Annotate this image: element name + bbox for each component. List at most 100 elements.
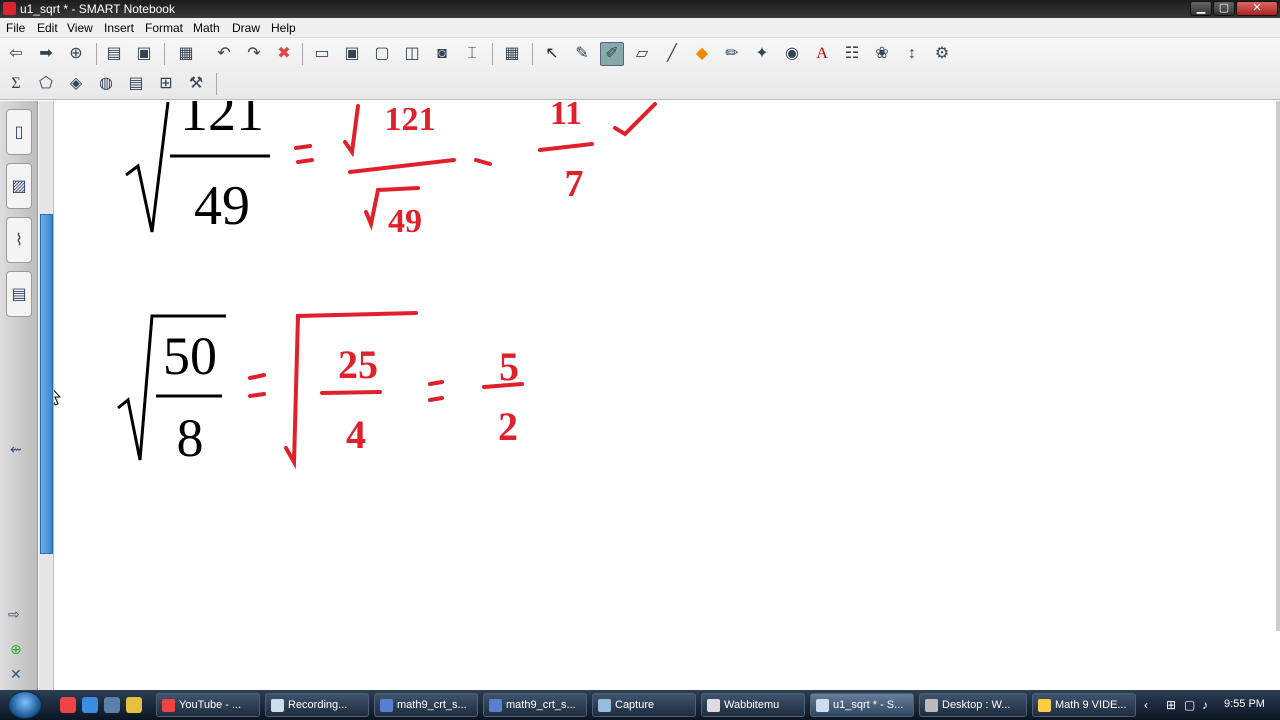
task-capture[interactable]: Capture (592, 693, 696, 717)
hand-num-1: 121 (385, 101, 436, 138)
menu-draw[interactable]: Draw (232, 21, 260, 35)
select-icon[interactable]: ↖ (540, 42, 564, 66)
hand-result-den-2: 2 (498, 404, 518, 449)
app-icon (3, 2, 16, 15)
line-icon[interactable]: ╱ (660, 42, 684, 66)
shape-icon[interactable]: ◆ (690, 42, 714, 66)
save-icon[interactable]: ▣ (132, 42, 156, 66)
taskbar: YouTube - ... Recording... math9_crt_s..… (0, 690, 1280, 720)
show-desktop-icon[interactable] (104, 697, 120, 713)
mouse-cursor-icon (47, 382, 62, 406)
expr2-denominator: 8 (177, 408, 204, 468)
ie-icon[interactable] (82, 697, 98, 713)
tray-expand-icon[interactable]: ‹ (1144, 698, 1148, 712)
equals-1b (296, 158, 314, 164)
clock[interactable]: 9:55 PM (1224, 698, 1265, 710)
menu-edit[interactable]: Edit (37, 21, 58, 35)
eraser-icon[interactable]: ▱ (630, 42, 654, 66)
collapse-icon[interactable]: ⇜ (10, 441, 22, 458)
chrome-icon[interactable] (60, 697, 76, 713)
volume-icon[interactable]: ♪ (1202, 698, 1208, 712)
recognize-icon[interactable]: ❀ (870, 42, 894, 66)
open-icon[interactable]: ▤ (102, 42, 126, 66)
document-camera-icon[interactable]: ⌶ (460, 42, 484, 66)
close-button[interactable]: ✕ (1236, 1, 1278, 16)
scroll-thumb[interactable] (40, 214, 53, 554)
title-bar: u1_sqrt * - SMART Notebook ▁ ▢ ✕ (0, 0, 1280, 18)
table-tool-icon[interactable]: ▤ (124, 72, 148, 96)
menu-math[interactable]: Math (193, 21, 220, 35)
delete-icon[interactable]: ✖ (272, 42, 296, 66)
task-math9-2[interactable]: math9_crt_s... (483, 693, 587, 717)
task-math9-video[interactable]: Math 9 VIDE... (1032, 693, 1136, 717)
fill-icon[interactable]: ◉ (780, 42, 804, 66)
task-smart-notebook[interactable]: u1_sqrt * - S... (810, 693, 914, 717)
hand-den-1: 49 (388, 203, 422, 240)
undo-icon[interactable]: ↶ (212, 42, 236, 66)
task-math9-1[interactable]: math9_crt_s... (374, 693, 478, 717)
task-recording[interactable]: Recording... (265, 693, 369, 717)
screen-shade-icon[interactable]: ▭ (310, 42, 334, 66)
paste-icon[interactable]: ▦ (174, 42, 198, 66)
menu-help[interactable]: Help (271, 21, 296, 35)
check-mark (613, 102, 657, 137)
whiteboard-canvas[interactable]: 121 49 121 49 11 7 50 8 25 4 5 2 (47, 81, 1278, 690)
side-tabs: ▯ ▨ ⌇ ▤ ⇜ ⇨ ⊕ ✕ (0, 101, 38, 690)
maximize-button[interactable]: ▢ (1213, 1, 1235, 16)
toolbar: ⇦ ➡ ⊕ ▤ ▣ ▦ ↶ ↷ ✖ ▭ ▣ ▢ ◫ ◙ ⌶ ▦ ↖ ✎ ✐ ▱ … (0, 38, 1280, 100)
gallery-tab[interactable]: ▨ (6, 163, 32, 209)
pen-icon[interactable]: ✎ (570, 42, 594, 66)
properties-icon[interactable]: ☷ (840, 42, 864, 66)
properties-tab[interactable]: ▤ (6, 271, 32, 317)
start-button[interactable] (8, 691, 42, 719)
folder-icon[interactable] (126, 697, 142, 713)
window-title: u1_sqrt * - SMART Notebook (20, 2, 175, 16)
menu-insert[interactable]: Insert (104, 21, 134, 35)
math-drawing: 121 49 121 49 11 7 50 8 25 4 5 2 (47, 81, 657, 470)
move-toolbar-icon[interactable]: ↕ (900, 42, 924, 66)
tools-icon[interactable]: ⚒ (184, 72, 208, 96)
task-wabbitemu[interactable]: Wabbitemu (701, 693, 805, 717)
menu-view[interactable]: View (67, 21, 93, 35)
add-icon[interactable]: ⊕ (10, 641, 22, 658)
move-sidebar-icon[interactable]: ⇨ (8, 606, 20, 623)
menu-format[interactable]: Format (145, 21, 183, 35)
transparent-background-icon[interactable]: ▢ (370, 42, 394, 66)
network-icon[interactable]: ⊞ (1166, 698, 1176, 712)
equals-4b (428, 396, 444, 402)
menu-file[interactable]: File (6, 21, 25, 35)
hand-frac-2 (538, 142, 594, 152)
full-screen-icon[interactable]: ▣ (340, 42, 364, 66)
hand-result-num-1: 11 (550, 101, 582, 132)
protractor-icon[interactable]: ◍ (94, 72, 118, 96)
task-desktop[interactable]: Desktop : W... (919, 693, 1027, 717)
pin-icon[interactable]: ✕ (10, 666, 22, 683)
add-page-icon[interactable]: ⊕ (64, 42, 88, 66)
monitor-icon[interactable]: ▢ (1184, 698, 1195, 712)
geometry-icon[interactable]: ⬠ (34, 72, 58, 96)
expr1-numerator: 121 (180, 101, 264, 143)
forward-icon[interactable]: ➡ (34, 42, 58, 66)
redo-icon[interactable]: ↷ (242, 42, 266, 66)
minimize-button[interactable]: ▁ (1190, 1, 1212, 16)
capture-icon[interactable]: ◙ (430, 42, 454, 66)
table-icon[interactable]: ▦ (500, 42, 524, 66)
hand-inner-num: 25 (338, 342, 378, 387)
graph-icon[interactable]: ⊞ (154, 72, 178, 96)
radical-sign-1 (125, 101, 170, 233)
attachments-tab[interactable]: ⌇ (6, 217, 32, 263)
dual-page-icon[interactable]: ◫ (400, 42, 424, 66)
task-youtube[interactable]: YouTube - ... (156, 693, 260, 717)
highlighter-icon[interactable]: ✦ (750, 42, 774, 66)
sigma-icon[interactable]: Σ (4, 72, 28, 96)
hand-result-den-1: 7 (565, 163, 584, 205)
hand-inner-den: 4 (346, 412, 366, 457)
page-sorter-tab[interactable]: ▯ (6, 109, 32, 155)
back-icon[interactable]: ⇦ (4, 42, 28, 66)
ruler-icon[interactable]: ◈ (64, 72, 88, 96)
customize-icon[interactable]: ⚙ (930, 42, 954, 66)
expr1-denominator: 49 (194, 175, 250, 237)
text-icon[interactable]: A (810, 42, 834, 66)
magic-pen-icon[interactable]: ✏ (720, 42, 744, 66)
creative-pen-icon[interactable]: ✐ (600, 42, 624, 66)
